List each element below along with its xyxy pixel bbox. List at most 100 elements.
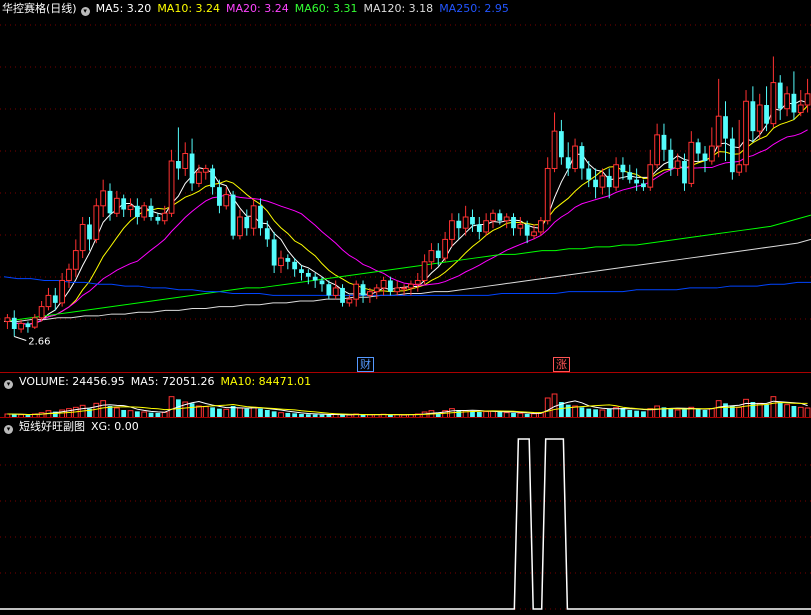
- candle-body-down: [682, 161, 687, 184]
- price-panel: 华控赛格(日线) ▾ MA5: 3.20 MA10: 3.24 MA20: 3.24 MA…: [0, 0, 811, 372]
- volume-bar-up: [715, 400, 722, 418]
- volume-ma5-line: [7, 400, 808, 416]
- candle-body-up: [59, 279, 66, 304]
- candle-body-down: [702, 153, 708, 161]
- candle-body-down: [52, 295, 58, 303]
- candle-body-down: [524, 224, 530, 236]
- volume-bar-up: [784, 404, 790, 418]
- price-chart[interactable]: 2.66: [0, 17, 811, 372]
- candle-body-down: [230, 194, 236, 236]
- candle-body-up: [93, 205, 100, 240]
- candle-body-up: [770, 82, 777, 125]
- candle-body-up: [784, 93, 790, 110]
- candle-body-down: [121, 198, 127, 210]
- candle-body-up: [408, 283, 414, 289]
- candle-body-up: [490, 212, 496, 222]
- candle-body-down: [210, 168, 215, 188]
- indicator-panel: ▾ 短线好旺副图 XG: 0.00: [0, 417, 811, 615]
- candle-body-down: [579, 146, 585, 169]
- candle-body-up: [31, 317, 38, 328]
- candle-body-up: [66, 268, 72, 281]
- candle-body-up: [353, 283, 360, 300]
- candle-body-down: [148, 205, 154, 217]
- volume-value: VOLUME: 24456.95: [19, 375, 125, 388]
- volume-ma5: MA5: 72051.26: [130, 375, 215, 388]
- candle-body-down: [319, 280, 325, 285]
- candle-body-down: [388, 280, 393, 292]
- volume-toggle-icon[interactable]: ▾: [4, 380, 13, 389]
- candle-body-down: [87, 224, 92, 240]
- candle-body-down: [511, 217, 516, 229]
- candle-body-down: [606, 175, 612, 188]
- candle-body-up: [202, 167, 209, 173]
- candle-body-up: [503, 216, 510, 222]
- volume-bar-up: [544, 397, 551, 418]
- indicator-chart[interactable]: [0, 435, 811, 615]
- candle-body-up: [4, 317, 11, 323]
- candle-body-down: [593, 179, 598, 188]
- volume-panel: ▾ VOLUME: 24456.95 MA5: 72051.26 MA10: 8447…: [0, 372, 811, 418]
- volume-bar-up: [756, 402, 763, 418]
- candle-body-down: [634, 179, 639, 184]
- volume-ma10-line: [7, 402, 808, 416]
- candle-body-up: [38, 306, 45, 319]
- candle-body-up: [647, 164, 654, 188]
- candle-body-down: [470, 217, 475, 225]
- candle-body-down: [360, 284, 366, 296]
- candle-body-up: [462, 216, 469, 229]
- candle-body-down: [312, 276, 318, 281]
- candle-body-up: [613, 164, 619, 188]
- candle-body-down: [176, 161, 181, 169]
- candle-body-up: [394, 287, 401, 293]
- ma20-label: MA20: 3.24: [226, 2, 289, 15]
- volume-bar-down: [777, 402, 783, 418]
- settings-toggle-icon[interactable]: ▾: [80, 7, 90, 16]
- volume-bar-down: [764, 404, 769, 418]
- candle-body-down: [264, 228, 270, 240]
- candle-body-up: [736, 164, 743, 173]
- low-price-label: 2.66: [28, 336, 50, 347]
- candle-body-up: [544, 167, 551, 222]
- candle-body-down: [134, 205, 140, 217]
- candle-body-down: [217, 187, 222, 206]
- ma10-label: MA10: 3.24: [157, 2, 221, 15]
- indicator-toggle-icon[interactable]: ▾: [4, 425, 13, 434]
- candle-body-down: [497, 213, 503, 221]
- candle-body-down: [641, 183, 646, 188]
- candle-body-up: [401, 287, 407, 290]
- stock-name: 华控赛格(日线): [2, 2, 77, 15]
- candle-body-up: [196, 171, 202, 184]
- candle-body-down: [11, 317, 17, 329]
- candle-body-down: [777, 82, 783, 109]
- indicator-title: 短线好旺副图: [19, 420, 85, 433]
- candle-body-up: [572, 145, 578, 169]
- volume-bar-up: [743, 398, 749, 418]
- candle-body-down: [764, 105, 769, 124]
- candle-body-up: [127, 205, 134, 211]
- candle-body-up: [366, 291, 373, 296]
- candle-body-down: [340, 287, 345, 303]
- ma-line-ma10: [7, 105, 808, 325]
- candle-body-up: [141, 205, 148, 218]
- candle-body-down: [620, 164, 626, 173]
- candle-body-up: [442, 238, 449, 259]
- candle-body-up: [743, 100, 749, 166]
- candle-body-up: [346, 298, 353, 304]
- volume-chart[interactable]: [0, 390, 811, 418]
- candle-body-up: [797, 104, 804, 113]
- low-marker-arrow: [14, 335, 27, 341]
- candle-body-up: [223, 194, 230, 207]
- candle-body-up: [278, 257, 284, 267]
- candle-body-up: [674, 160, 681, 169]
- candle-body-down: [668, 149, 674, 169]
- candle-body-down: [305, 273, 311, 277]
- candle-body-down: [586, 168, 592, 180]
- candle-body-up: [332, 287, 339, 296]
- event-tag-finance[interactable]: 财: [357, 357, 374, 372]
- event-tag-rise[interactable]: 涨: [553, 357, 570, 372]
- candle-body-down: [627, 172, 633, 180]
- candle-body-down: [791, 93, 797, 113]
- volume-bar-down: [565, 404, 571, 418]
- candle-body-up: [483, 220, 490, 233]
- candle-body-down: [476, 224, 482, 232]
